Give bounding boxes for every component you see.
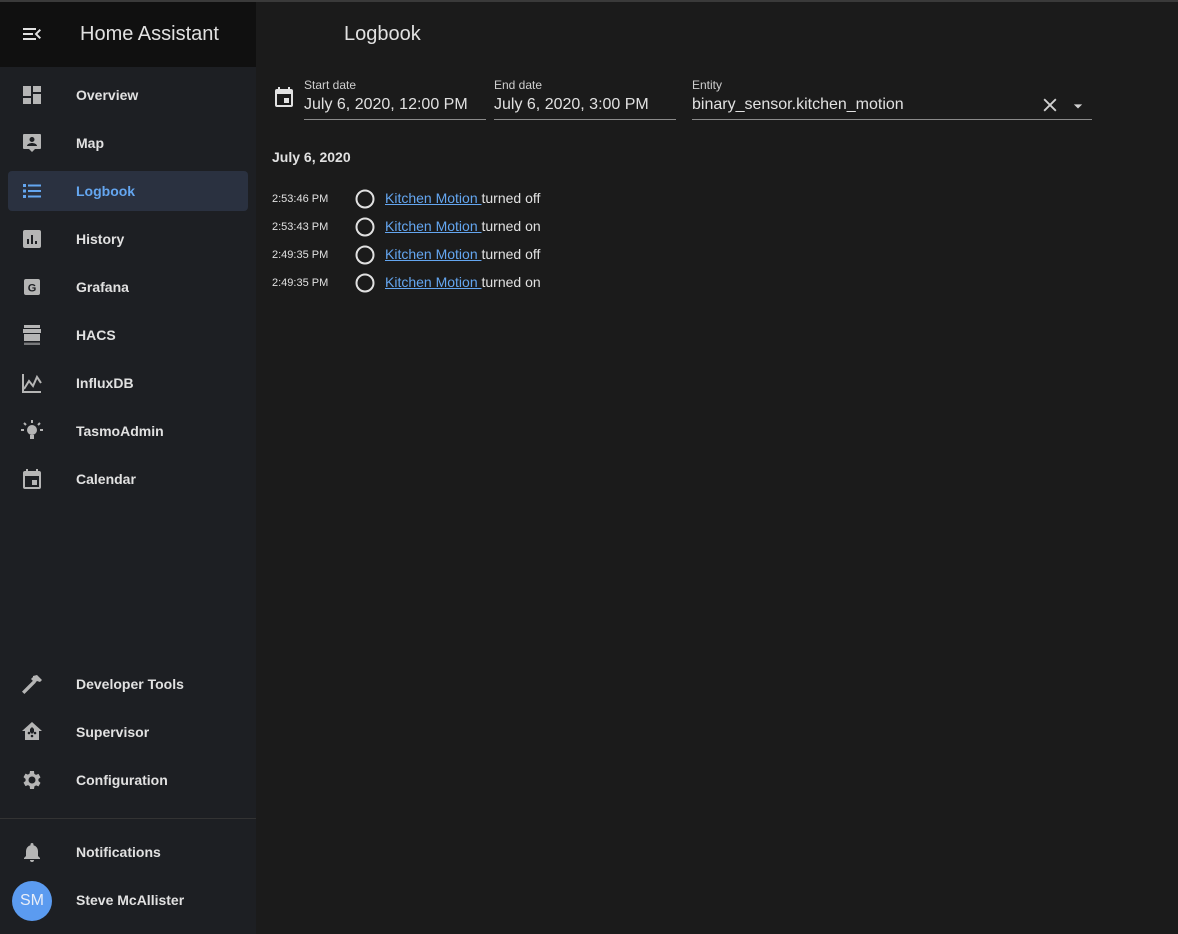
sidebar-divider <box>0 818 256 819</box>
entry-time: 2:49:35 PM <box>272 249 329 261</box>
entry-time: 2:53:46 PM <box>272 193 329 205</box>
user-name: Steve McAllister <box>76 892 185 908</box>
logbook-date-heading: July 6, 2020 <box>272 149 351 165</box>
radiobox-blank-icon <box>354 188 376 210</box>
end-date-value[interactable]: July 6, 2020, 3:00 PM <box>494 96 649 114</box>
app-title: Home Assistant <box>80 23 219 45</box>
home-assistant-icon <box>20 720 44 744</box>
sidebar-item-grafana[interactable]: G Grafana <box>8 267 248 307</box>
menu-toggle-icon[interactable] <box>20 22 44 46</box>
hacs-store-icon <box>20 323 44 347</box>
entry-message: Kitchen Motion turned off <box>385 246 540 262</box>
entry-action: turned off <box>481 246 541 262</box>
calendar-icon[interactable] <box>272 85 296 109</box>
end-date-field[interactable]: End date July 6, 2020, 3:00 PM <box>494 76 676 120</box>
sidebar-item-label: Notifications <box>76 844 161 860</box>
entry-action: turned off <box>481 190 541 206</box>
entry-time: 2:49:35 PM <box>272 277 329 289</box>
entry-action: turned on <box>481 218 541 234</box>
sidebar-item-label: Calendar <box>76 471 136 487</box>
sidebar-item-hacs[interactable]: HACS <box>8 315 248 355</box>
chevron-down-icon[interactable] <box>1068 96 1088 116</box>
start-date-value[interactable]: July 6, 2020, 12:00 PM <box>304 96 468 114</box>
logbook-entry: 2:53:46 PM Kitchen Motion turned off <box>272 185 872 213</box>
entry-message: Kitchen Motion turned on <box>385 218 541 234</box>
grafana-icon: G <box>20 275 44 299</box>
sidebar-item-label: HACS <box>76 327 116 343</box>
sidebar-item-label: Logbook <box>76 183 136 199</box>
entity-link[interactable]: Kitchen Motion <box>385 246 482 262</box>
page-title: Logbook <box>344 23 421 45</box>
svg-text:G: G <box>28 283 37 295</box>
map-account-icon <box>20 131 44 155</box>
entity-label: Entity <box>692 78 723 92</box>
chart-areaspline-icon <box>20 371 44 395</box>
entity-picker[interactable]: Entity binary_sensor.kitchen_motion <box>692 76 1092 120</box>
logbook-entry: 2:49:35 PM Kitchen Motion turned off <box>272 241 872 269</box>
entry-message: Kitchen Motion turned on <box>385 274 541 290</box>
bell-icon <box>20 840 44 864</box>
sidebar-item-supervisor[interactable]: Supervisor <box>8 712 248 752</box>
entity-link[interactable]: Kitchen Motion <box>385 274 482 290</box>
sidebar-item-map[interactable]: Map <box>8 123 248 163</box>
sidebar-item-history[interactable]: History <box>8 219 248 259</box>
sidebar-item-tasmoadmin[interactable]: TasmoAdmin <box>8 411 248 451</box>
start-date-label: Start date <box>304 78 357 92</box>
end-date-label: End date <box>494 78 543 92</box>
lightbulb-icon <box>20 419 44 443</box>
sidebar-item-user[interactable]: Steve McAllister <box>8 880 248 920</box>
radiobox-blank-icon <box>354 272 376 294</box>
sidebar-item-label: Supervisor <box>76 724 150 740</box>
hammer-icon <box>20 672 44 696</box>
cog-icon <box>20 768 44 792</box>
sidebar-item-logbook[interactable]: Logbook <box>8 171 248 211</box>
sidebar-item-calendar[interactable]: Calendar <box>8 459 248 499</box>
entity-link[interactable]: Kitchen Motion <box>385 190 482 206</box>
radiobox-blank-icon <box>354 216 376 238</box>
sidebar-item-label: History <box>76 231 125 247</box>
close-icon[interactable] <box>1040 95 1060 115</box>
start-date-field[interactable]: Start date July 6, 2020, 12:00 PM <box>304 76 486 120</box>
entry-action: turned on <box>481 274 541 290</box>
entity-value[interactable]: binary_sensor.kitchen_motion <box>692 96 904 114</box>
format-list-bulleted-icon <box>20 179 44 203</box>
calendar-icon <box>20 467 44 491</box>
sidebar-item-configuration[interactable]: Configuration <box>8 760 248 800</box>
entry-time: 2:53:43 PM <box>272 221 329 233</box>
chart-box-icon <box>20 227 44 251</box>
sidebar-item-label: InfluxDB <box>76 375 134 391</box>
sidebar: Home Assistant Overview Map Logbook Hist… <box>0 2 256 934</box>
sidebar-item-influxdb[interactable]: InfluxDB <box>8 363 248 403</box>
sidebar-item-label: Configuration <box>76 772 168 788</box>
sidebar-item-notifications[interactable]: Notifications <box>8 832 248 872</box>
sidebar-item-developer-tools[interactable]: Developer Tools <box>8 664 248 704</box>
sidebar-item-label: Developer Tools <box>76 676 184 692</box>
sidebar-item-label: Map <box>76 135 104 151</box>
entry-message: Kitchen Motion turned off <box>385 190 540 206</box>
sidebar-item-label: Overview <box>76 87 139 103</box>
sidebar-header: Home Assistant <box>0 2 256 67</box>
sidebar-item-label: Grafana <box>76 279 129 295</box>
logbook-entry: 2:49:35 PM Kitchen Motion turned on <box>272 269 872 297</box>
sidebar-item-label: TasmoAdmin <box>76 423 164 439</box>
entity-link[interactable]: Kitchen Motion <box>385 218 482 234</box>
view-dashboard-icon <box>20 83 44 107</box>
logbook-entry: 2:53:43 PM Kitchen Motion turned on <box>272 213 872 241</box>
radiobox-blank-icon <box>354 244 376 266</box>
sidebar-item-overview[interactable]: Overview <box>8 75 248 115</box>
